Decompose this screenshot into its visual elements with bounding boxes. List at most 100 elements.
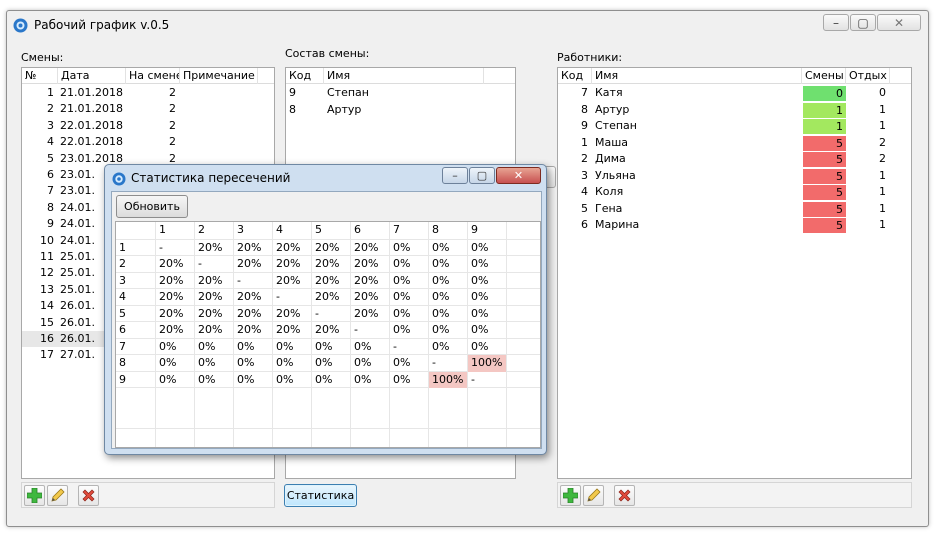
- table-row[interactable]: 8 Артур 1 1: [558, 102, 911, 118]
- col-code[interactable]: Код: [286, 68, 324, 84]
- grid-cell[interactable]: 0%: [429, 273, 467, 290]
- col-number[interactable]: №: [22, 68, 58, 84]
- grid-cell[interactable]: 20%: [312, 240, 350, 257]
- col-note[interactable]: Примечание: [180, 68, 258, 84]
- grid-cell[interactable]: 0%: [312, 339, 350, 356]
- intersection-grid[interactable]: 1 2 3 4 5 6 7 8 9 1-20% 20% 20% 20% 20% 0% 0% 0% 2 20% -20%…: [115, 221, 541, 448]
- statistics-button[interactable]: Статистика: [284, 484, 357, 507]
- grid-cell[interactable]: 0%: [312, 355, 350, 372]
- grid-cell[interactable]: 20%: [273, 306, 311, 323]
- grid-cell[interactable]: 100%: [468, 355, 506, 372]
- grid-cell[interactable]: 0%: [273, 372, 311, 389]
- table-row[interactable]: 6 Марина 5 1: [558, 217, 911, 233]
- grid-cell[interactable]: 20%: [273, 273, 311, 290]
- grid-cell[interactable]: 0%: [156, 339, 194, 356]
- grid-cell[interactable]: 0%: [234, 339, 272, 356]
- workers-list[interactable]: Код Имя Смены Отдых 7 Катя 0 0 8 Артур 1 1 9 Степ…: [557, 67, 912, 479]
- grid-cell[interactable]: -: [312, 306, 350, 323]
- grid-cell[interactable]: -: [195, 256, 233, 273]
- grid-cell[interactable]: 20%: [351, 289, 389, 306]
- grid-row-header[interactable]: 7: [116, 339, 156, 356]
- table-row[interactable]: 2 Дима 5 2: [558, 151, 911, 167]
- grid-cell[interactable]: 0%: [156, 372, 194, 389]
- close-button[interactable]: ✕: [877, 14, 921, 31]
- table-row[interactable]: 9 Степан: [286, 85, 515, 101]
- grid-cell[interactable]: 20%: [234, 289, 272, 306]
- grid-cell[interactable]: 20%: [273, 322, 311, 339]
- grid-cell[interactable]: 0%: [429, 256, 467, 273]
- grid-cell[interactable]: 20%: [351, 306, 389, 323]
- grid-row-header[interactable]: 5: [116, 306, 156, 323]
- col-name[interactable]: Имя: [324, 68, 484, 84]
- grid-cell[interactable]: 0%: [273, 339, 311, 356]
- col-on-shift[interactable]: На смене: [126, 68, 180, 84]
- grid-cell[interactable]: 0%: [468, 273, 506, 290]
- table-row[interactable]: 9 Степан 1 1: [558, 118, 911, 134]
- grid-column-header[interactable]: 3: [234, 222, 273, 239]
- table-row[interactable]: 8 Артур: [286, 102, 515, 118]
- grid-column-header[interactable]: 7: [390, 222, 429, 239]
- grid-cell[interactable]: 20%: [195, 273, 233, 290]
- col-rest[interactable]: Отдых: [846, 68, 890, 84]
- table-row[interactable]: 4 Коля 5 1: [558, 184, 911, 200]
- grid-cell[interactable]: 0%: [468, 256, 506, 273]
- grid-cell[interactable]: 0%: [468, 289, 506, 306]
- grid-cell[interactable]: 0%: [273, 355, 311, 372]
- grid-row-header[interactable]: 3: [116, 273, 156, 290]
- table-row[interactable]: 4 22.01.2018 2: [22, 134, 274, 150]
- delete-shift-button[interactable]: [78, 485, 99, 506]
- grid-column-header[interactable]: 8: [429, 222, 468, 239]
- grid-cell[interactable]: 20%: [195, 289, 233, 306]
- col-code[interactable]: Код: [558, 68, 592, 84]
- grid-cell[interactable]: 20%: [312, 273, 350, 290]
- grid-cell[interactable]: 20%: [234, 322, 272, 339]
- popup-close-button[interactable]: ✕: [496, 167, 541, 184]
- grid-cell[interactable]: 0%: [468, 339, 506, 356]
- grid-cell[interactable]: 20%: [312, 289, 350, 306]
- grid-cell[interactable]: 100%: [429, 371, 467, 388]
- grid-cell[interactable]: 0%: [429, 339, 467, 356]
- grid-row-header[interactable]: 9: [116, 372, 156, 389]
- minimize-button[interactable]: –: [823, 14, 849, 31]
- table-row[interactable]: 3 22.01.2018 2: [22, 118, 274, 134]
- maximize-button[interactable]: ▢: [850, 14, 876, 31]
- grid-cell[interactable]: 0%: [390, 273, 428, 290]
- grid-cell[interactable]: 20%: [195, 306, 233, 323]
- grid-cell[interactable]: 0%: [429, 322, 467, 339]
- grid-cell[interactable]: -: [351, 322, 389, 339]
- grid-cell[interactable]: 20%: [195, 322, 233, 339]
- grid-column-header[interactable]: 4: [273, 222, 312, 239]
- grid-cell[interactable]: 0%: [156, 355, 194, 372]
- grid-cell[interactable]: 0%: [351, 355, 389, 372]
- grid-cell[interactable]: -: [156, 240, 194, 257]
- grid-column-header[interactable]: 5: [312, 222, 351, 239]
- grid-cell[interactable]: 20%: [312, 322, 350, 339]
- grid-cell[interactable]: -: [273, 289, 311, 306]
- grid-cell[interactable]: 20%: [234, 240, 272, 257]
- grid-cell[interactable]: 20%: [351, 240, 389, 257]
- grid-cell[interactable]: 20%: [156, 256, 194, 273]
- grid-cell[interactable]: 0%: [195, 339, 233, 356]
- grid-row-header[interactable]: 6: [116, 322, 156, 339]
- grid-cell[interactable]: 0%: [468, 240, 506, 257]
- table-row[interactable]: 5 Гена 5 1: [558, 201, 911, 217]
- grid-row-header[interactable]: 1: [116, 240, 156, 257]
- grid-cell[interactable]: -: [234, 273, 272, 290]
- grid-column-header[interactable]: 9: [468, 222, 507, 239]
- grid-cell[interactable]: 20%: [156, 289, 194, 306]
- grid-cell[interactable]: 20%: [156, 322, 194, 339]
- grid-column-header[interactable]: 1: [156, 222, 195, 239]
- grid-cell[interactable]: 20%: [234, 256, 272, 273]
- grid-cell[interactable]: 0%: [351, 339, 389, 356]
- grid-cell[interactable]: 0%: [468, 306, 506, 323]
- table-row[interactable]: 2 21.01.2018 2: [22, 101, 274, 117]
- grid-row-header[interactable]: 2: [116, 256, 156, 273]
- grid-cell[interactable]: 20%: [195, 240, 233, 257]
- grid-cell[interactable]: 20%: [273, 240, 311, 257]
- grid-cell[interactable]: 20%: [312, 256, 350, 273]
- grid-cell[interactable]: 0%: [390, 372, 428, 389]
- edit-worker-button[interactable]: [583, 485, 604, 506]
- col-name[interactable]: Имя: [592, 68, 802, 84]
- grid-row-header[interactable]: 4: [116, 289, 156, 306]
- add-shift-button[interactable]: [24, 485, 45, 506]
